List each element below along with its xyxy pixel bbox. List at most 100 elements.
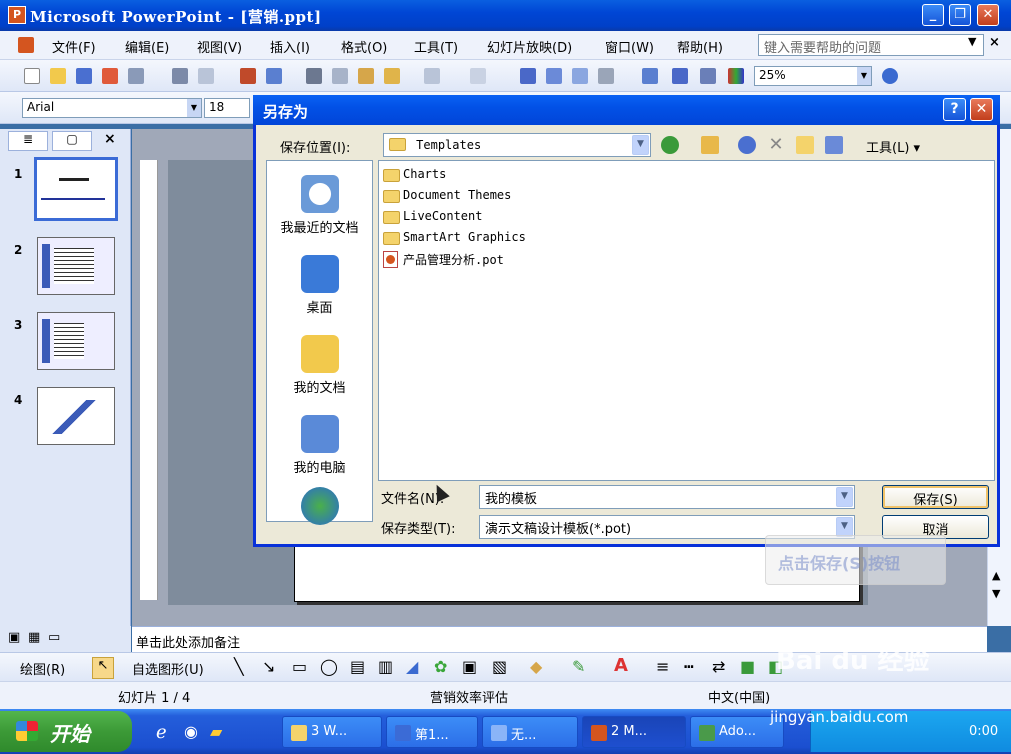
open-icon[interactable] — [50, 68, 66, 84]
draw-menu[interactable]: 绘图(R) — [20, 659, 65, 678]
new-icon[interactable] — [24, 68, 40, 84]
minimize-button[interactable]: _ — [922, 4, 944, 26]
oval-icon[interactable]: ◯ — [320, 657, 338, 676]
slide-thumbnail-3[interactable] — [37, 312, 115, 370]
file-item[interactable]: 产品管理分析.pot — [383, 251, 504, 271]
place-computer[interactable]: 我的电脑 — [267, 415, 372, 476]
slide-thumbnail-2[interactable] — [37, 237, 115, 295]
cut-icon[interactable] — [306, 68, 322, 84]
file-item[interactable]: Document Themes — [383, 188, 511, 208]
clipart-icon[interactable]: ✿ — [434, 657, 447, 676]
textbox-icon[interactable]: ▤ — [350, 657, 365, 676]
help-icon[interactable] — [882, 68, 898, 84]
redo-icon[interactable] — [470, 68, 486, 84]
menu-edit[interactable]: 编辑(E) — [125, 37, 169, 56]
shadow-icon[interactable]: ■ — [740, 657, 755, 676]
copy-icon[interactable] — [332, 68, 348, 84]
select-pointer-icon[interactable]: ↖ — [92, 657, 114, 679]
menu-file[interactable]: 文件(F) — [52, 37, 96, 56]
font-color-icon[interactable]: A — [614, 655, 628, 676]
task-button[interactable]: 第1... — [386, 716, 478, 748]
save-in-select[interactable]: Templates ▼ — [383, 133, 651, 157]
expand-all-icon[interactable] — [642, 68, 658, 84]
slide-thumbnail-1[interactable] — [34, 157, 118, 221]
email-icon[interactable] — [128, 68, 144, 84]
place-network[interactable] — [267, 487, 372, 529]
place-recent[interactable]: 我最近的文档 — [267, 175, 372, 236]
insert-chart-icon[interactable] — [520, 68, 536, 84]
slides-tab[interactable]: ▢ — [52, 131, 92, 151]
grid-icon[interactable] — [700, 68, 716, 84]
line-icon[interactable]: ╲ — [234, 657, 244, 676]
outline-tab[interactable]: ≣ — [8, 131, 48, 151]
menu-tools[interactable]: 工具(T) — [414, 37, 458, 56]
views-icon[interactable] — [825, 136, 843, 154]
document-icon[interactable] — [18, 37, 34, 53]
slide-thumbnail-4[interactable] — [37, 387, 115, 445]
restore-button[interactable]: ❐ — [949, 4, 971, 26]
slideshow-view-icon[interactable]: ▭ — [48, 630, 60, 645]
prev-slide-icon[interactable]: ▲ — [992, 569, 1000, 582]
save-button[interactable]: 保存(S) — [882, 485, 989, 509]
color-grayscale-icon[interactable] — [728, 68, 744, 84]
paste-icon[interactable] — [358, 68, 374, 84]
picture-icon[interactable]: ▣ — [462, 657, 477, 676]
task-button[interactable]: 无... — [482, 716, 578, 748]
back-icon[interactable] — [661, 136, 679, 154]
new-folder-icon[interactable] — [796, 136, 814, 154]
file-item[interactable]: Charts — [383, 167, 446, 187]
wordart-icon[interactable]: ▥ — [378, 657, 393, 676]
up-folder-icon[interactable] — [701, 136, 719, 154]
close-document-button[interactable]: × — [989, 35, 1000, 50]
format-painter-icon[interactable] — [384, 68, 400, 84]
file-item[interactable]: SmartArt Graphics — [383, 230, 526, 250]
line-color-icon[interactable]: ✎ — [572, 657, 585, 676]
task-button[interactable]: 3 W... — [282, 716, 382, 748]
quicklaunch-icon[interactable]: ◉ — [184, 722, 198, 741]
help-dropdown-icon[interactable]: ▼ — [968, 35, 976, 48]
menu-format[interactable]: 格式(O) — [341, 37, 387, 56]
print-icon[interactable] — [172, 68, 188, 84]
filename-input[interactable]: 我的模板 ▼ — [479, 485, 855, 509]
menu-view[interactable]: 视图(V) — [197, 37, 242, 56]
hyperlink-icon[interactable] — [598, 68, 614, 84]
permission-icon[interactable] — [102, 68, 118, 84]
diagram-icon[interactable]: ◢ — [406, 657, 418, 676]
ie-icon[interactable]: ℯ — [156, 722, 167, 743]
tools-menu[interactable]: 工具(L) ▾ — [866, 137, 920, 156]
normal-view-icon[interactable]: ▣ — [8, 630, 20, 645]
sorter-view-icon[interactable]: ▦ — [28, 630, 40, 645]
insert-table-icon[interactable] — [546, 68, 562, 84]
help-search-input[interactable]: 键入需要帮助的问题 — [758, 34, 984, 56]
font-size-select[interactable]: 18 — [204, 98, 250, 118]
dash-style-icon[interactable]: ┅ — [684, 657, 694, 676]
arrow-icon[interactable]: ↘ — [262, 657, 275, 676]
dialog-close-button[interactable]: ✕ — [970, 98, 993, 121]
menu-help[interactable]: 帮助(H) — [677, 37, 723, 56]
rectangle-icon[interactable]: ▭ — [292, 657, 307, 676]
print-preview-icon[interactable] — [198, 68, 214, 84]
font-select[interactable]: Arial ▼ — [22, 98, 202, 118]
menu-slideshow[interactable]: 幻灯片放映(D) — [487, 37, 572, 56]
close-button[interactable]: ✕ — [977, 4, 999, 26]
undo-icon[interactable] — [424, 68, 440, 84]
insert-image-icon[interactable]: ▧ — [492, 657, 507, 676]
start-button[interactable]: 开始 — [0, 711, 132, 752]
delete-icon[interactable]: ✕ — [767, 136, 785, 154]
arrow-style-icon[interactable]: ⇄ — [712, 657, 725, 676]
close-pane-icon[interactable]: × — [104, 131, 116, 147]
tables-borders-icon[interactable] — [572, 68, 588, 84]
place-documents[interactable]: 我的文档 — [267, 335, 372, 396]
spelling-icon[interactable] — [240, 68, 256, 84]
place-desktop[interactable]: 桌面 — [267, 255, 372, 316]
line-style-icon[interactable]: ≡ — [656, 657, 669, 676]
save-icon[interactable] — [76, 68, 92, 84]
show-formatting-icon[interactable] — [672, 68, 688, 84]
help-button[interactable]: ? — [943, 98, 966, 121]
next-slide-icon[interactable]: ▼ — [992, 587, 1000, 600]
research-icon[interactable] — [266, 68, 282, 84]
menu-insert[interactable]: 插入(I) — [270, 37, 310, 56]
file-item[interactable]: LiveContent — [383, 209, 482, 229]
folder-icon[interactable]: ▰ — [210, 722, 222, 741]
search-web-icon[interactable] — [738, 136, 756, 154]
